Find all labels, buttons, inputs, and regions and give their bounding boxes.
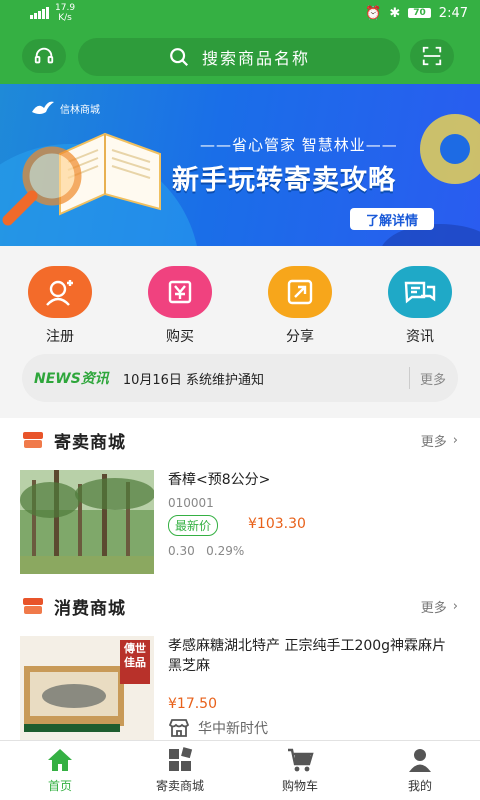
- product-card-sesame-candy[interactable]: 傳世佳品 孝感麻糖湖北特产 正宗纯手工200g神霖麻片黑芝麻 ¥17.50 华中…: [20, 636, 460, 740]
- product-price: ¥17.50: [168, 696, 217, 712]
- book-magnifier-illustration: [2, 132, 161, 226]
- quick-item-purchase[interactable]: 购买: [140, 266, 220, 346]
- news-logo: NEWS资讯: [34, 371, 109, 387]
- headset-icon: [34, 47, 54, 64]
- divider: [408, 367, 410, 389]
- shop-icon: [23, 598, 43, 614]
- product-price: ¥103.30: [248, 516, 306, 532]
- banner-title: 新手玩转寄卖攻略: [172, 165, 396, 196]
- product-code: 010001: [168, 496, 214, 510]
- scan-button[interactable]: [410, 39, 454, 73]
- section-title: 寄卖商城: [54, 432, 126, 453]
- consign-more-link[interactable]: 更多 ›: [421, 431, 458, 450]
- network-speed: 17.9 K/s: [55, 3, 76, 23]
- product-name: 香樟<预8公分>: [168, 472, 271, 488]
- share-icon: [268, 266, 332, 318]
- tab-home[interactable]: 首页: [0, 741, 120, 800]
- user-add-icon: [28, 266, 92, 318]
- tab-mine[interactable]: 我的: [360, 741, 480, 800]
- news-icon: [388, 266, 452, 318]
- shop-link[interactable]: 华中新时代: [168, 718, 268, 738]
- consumer-section: 消费商城 更多 › 傳世佳品 孝感麻糖湖北特产 正宗纯手工200g神霖麻片黑芝麻 …: [0, 584, 480, 740]
- cart-icon: [288, 748, 314, 772]
- battery-indicator: 70: [408, 8, 431, 18]
- price-change: 0.30 0.29%: [168, 544, 245, 558]
- status-bar: 17.9 K/s ⏰ ✱ 70 2:47: [0, 0, 480, 26]
- image-badge: 傳世佳品: [124, 642, 146, 669]
- quick-item-share[interactable]: 分享: [260, 266, 340, 346]
- search-icon: [170, 48, 189, 67]
- alarm-icon: ⏰: [365, 5, 382, 21]
- shop-icon: [23, 432, 43, 448]
- latest-price-badge: 最新价: [168, 515, 219, 536]
- consumer-more-link[interactable]: 更多 ›: [421, 597, 458, 616]
- tab-consign-mall[interactable]: 寄卖商城: [120, 741, 240, 800]
- customer-service-button[interactable]: [22, 39, 66, 73]
- header: 搜索商品名称: [0, 26, 480, 84]
- quick-item-news[interactable]: 资讯: [380, 266, 460, 346]
- store-icon: [168, 719, 190, 737]
- product-image-trees: [20, 470, 154, 574]
- grid-icon: [169, 747, 193, 771]
- user-icon: [409, 749, 431, 772]
- news-headline[interactable]: 10月16日 系统维护通知: [123, 369, 399, 388]
- home-icon: [48, 749, 72, 771]
- purchase-icon: [148, 266, 212, 318]
- news-more-link[interactable]: 更多: [420, 369, 446, 388]
- consign-section: 寄卖商城 更多 › 香樟<预8公分> 010001 最新价 ¥103.30 0.3…: [0, 418, 480, 584]
- banner-subtitle: ——省心管家 智慧林业——: [200, 136, 398, 154]
- chevron-right-icon: ›: [452, 432, 458, 448]
- search-placeholder: 搜索商品名称: [201, 49, 310, 68]
- section-title: 消费商城: [54, 598, 126, 619]
- product-card-camphor[interactable]: 香樟<预8公分> 010001 最新价 ¥103.30 0.30 0.29%: [20, 470, 460, 576]
- bottom-tab-bar: 首页 寄卖商城 购物车 我的: [0, 740, 480, 800]
- tab-cart[interactable]: 购物车: [240, 741, 360, 800]
- product-name: 孝感麻糖湖北特产 正宗纯手工200g神霖麻片黑芝麻: [168, 638, 447, 674]
- scan-icon: [422, 46, 442, 66]
- search-bar[interactable]: 搜索商品名称: [78, 38, 400, 76]
- quick-item-register[interactable]: 注册: [20, 266, 100, 346]
- product-image-candy-box: 傳世佳品: [20, 636, 154, 740]
- news-ticker[interactable]: NEWS资讯 10月16日 系统维护通知 更多: [22, 354, 458, 402]
- bluetooth-icon: ✱: [389, 5, 401, 21]
- signal-icon: [30, 7, 49, 19]
- learn-more-button[interactable]: 了解详情: [350, 208, 434, 230]
- chevron-right-icon: ›: [452, 598, 458, 614]
- promo-banner[interactable]: 信林商城 ——省心管家 智慧林业—— 新手玩转寄卖攻略 了解详情: [0, 84, 480, 246]
- clock: 2:47: [438, 5, 468, 21]
